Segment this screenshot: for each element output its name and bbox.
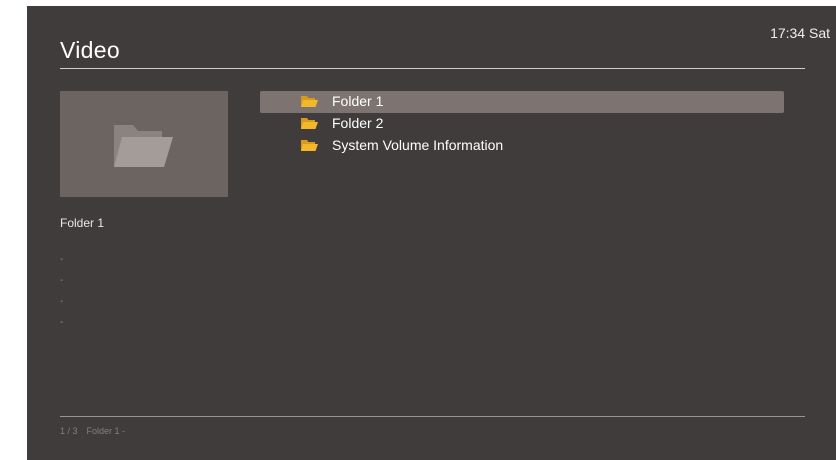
file-item-folder-2[interactable]: Folder 2 bbox=[260, 113, 784, 135]
preview-thumbnail bbox=[60, 91, 228, 197]
file-item-folder-1[interactable]: Folder 1 bbox=[260, 91, 784, 113]
preview-detail-4: - bbox=[60, 317, 64, 328]
file-list: Folder 1 Folder 2 System Volume Informat… bbox=[260, 91, 784, 157]
footer-path: Folder 1 - bbox=[86, 426, 126, 436]
clock: 17:34 Sat bbox=[770, 25, 830, 41]
preview-detail-1: - bbox=[60, 254, 64, 265]
media-browser-screen: 17:34 Sat Video Folder 1 - - - - Folder … bbox=[27, 6, 836, 460]
footer-position: 1 / 3 bbox=[60, 426, 78, 436]
folder-icon bbox=[301, 140, 318, 151]
preview-detail-2: - bbox=[60, 275, 64, 286]
footer-status: 1 / 3 Folder 1 - bbox=[60, 426, 134, 436]
file-item-label: System Volume Information bbox=[332, 137, 504, 153]
folder-icon bbox=[301, 96, 318, 107]
page-title: Video bbox=[60, 37, 120, 63]
preview-detail-3: - bbox=[60, 296, 64, 307]
file-item-system-volume-information[interactable]: System Volume Information bbox=[260, 135, 784, 157]
folder-icon bbox=[114, 125, 173, 167]
file-item-label: Folder 1 bbox=[332, 93, 384, 109]
file-item-label: Folder 2 bbox=[332, 115, 384, 131]
folder-icon bbox=[301, 118, 318, 129]
footer-divider bbox=[60, 416, 805, 417]
preview-name: Folder 1 bbox=[60, 216, 105, 230]
header-divider bbox=[60, 68, 805, 69]
